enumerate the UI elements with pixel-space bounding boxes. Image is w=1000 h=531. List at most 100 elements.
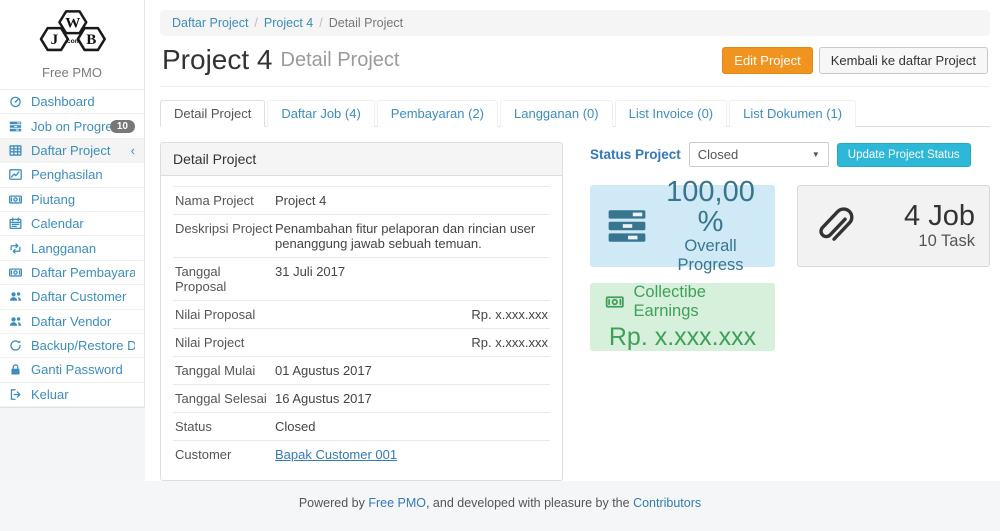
tab-list-invoice-0[interactable]: List Invoice (0) [615,100,728,127]
detail-row-deskripsi-project: Deskripsi ProjectPenambahan fitur pelapo… [173,214,550,257]
back-to-list-button[interactable]: Kembali ke daftar Project [819,47,988,74]
sidebar-item-label: Daftar Project [31,143,127,158]
logo: W J B .com Free PMO [0,8,144,80]
tab-detail-project[interactable]: Detail Project [160,100,265,127]
job-count: 4 Job [854,201,975,231]
sidebar-item-label: Daftar Customer [31,289,135,304]
edit-project-button[interactable]: Edit Project [722,47,812,74]
sidebar-item-piutang[interactable]: Piutang [0,188,144,212]
panel-title: Detail Project [161,143,562,176]
footer-link-contributors[interactable]: Contributors [633,496,701,510]
logo-com: .com [65,38,81,45]
sidebar-item-dashboard[interactable]: Dashboard [0,90,144,114]
sidebar-item-daftar-pembayaran[interactable]: Daftar Pembayaran [0,261,144,285]
header-divider [160,86,990,87]
money-icon [9,265,27,279]
collectible-earnings-box: Collectibe Earnings Rp. x.xxx.xxx [590,283,775,351]
update-status-button[interactable]: Update Project Status [837,143,971,167]
tab-langganan-0[interactable]: Langganan (0) [500,100,613,127]
tab-daftar-job-4[interactable]: Daftar Job (4) [267,100,374,127]
status-project-label: Status Project [590,147,681,162]
detail-value: Rp. x.xxx.xxx [275,335,548,350]
refresh-icon [9,339,27,353]
detail-label: Tanggal Proposal [175,264,275,294]
breadcrumb: Daftar Project / Project 4 / Detail Project [160,10,990,36]
detail-label: Tanggal Selesai [175,391,275,406]
tab-pembayaran-2[interactable]: Pembayaran (2) [377,100,498,127]
detail-label: Tanggal Mulai [175,363,275,378]
breadcrumb-item-project-4[interactable]: Project 4 [264,16,313,30]
detail-row-nilai-proposal: Nilai ProposalRp. x.xxx.xxx [173,300,550,328]
detail-row-tanggal-mulai: Tanggal Mulai01 Agustus 2017 [173,356,550,384]
progress-label: Overall Progress [660,237,761,275]
status-select[interactable]: Closed ▼ [689,142,829,167]
customer-link[interactable]: Bapak Customer 001 [275,447,397,462]
earnings-label: Collectibe Earnings [634,283,761,321]
sidebar-item-label: Job on Progress [31,119,110,134]
status-select-value: Closed [698,147,738,162]
paperclip-icon [812,203,854,249]
sidebar-item-label: Keluar [31,387,135,402]
detail-row-tanggal-selesai: Tanggal Selesai16 Agustus 2017 [173,384,550,412]
breadcrumb-separator: / [254,16,257,30]
sidebar-item-daftar-customer[interactable]: Daftar Customer [0,285,144,309]
sidebar-menu: DashboardJob on Progress10Daftar Project… [0,89,144,407]
footer-text-prefix: Powered by [299,496,368,510]
detail-value: 01 Agustus 2017 [275,363,548,378]
chevron-down-icon: ▼ [812,150,820,159]
detail-label: Nama Project [175,193,275,208]
sidebar-item-label: Dashboard [31,94,135,109]
detail-row-tanggal-proposal: Tanggal Proposal31 Juli 2017 [173,257,550,300]
detail-row-customer: CustomerBapak Customer 001 [173,440,550,468]
detail-label: Deskripsi Project [175,221,275,251]
page-subtitle: Detail Project [281,49,400,72]
line-chart-icon [9,168,27,182]
breadcrumb-item-detail-project: Detail Project [329,16,403,30]
detail-value: 16 Agustus 2017 [275,391,548,406]
tab-list-dokumen-1[interactable]: List Dokumen (1) [729,100,856,127]
job-task-box: 4 Job 10 Task [797,185,990,267]
footer-text-middle: , and developed with pleasure by the [426,496,633,510]
detail-label: Status [175,419,275,434]
detail-label: Nilai Proposal [175,307,275,322]
sidebar-item-job-on-progress[interactable]: Job on Progress10 [0,114,144,138]
sidebar-item-label: Penghasilan [31,167,135,182]
earnings-value: Rp. x.xxx.xxx [604,323,761,352]
detail-value: 31 Juli 2017 [275,264,548,294]
sidebar-item-penghasilan[interactable]: Penghasilan [0,163,144,187]
tasks-icon [604,205,650,247]
page: W J B .com Free PMO Dashboard Job on Prog… [0,0,1000,531]
sidebar-item-daftar-project[interactable]: Daftar Project‹ [0,139,144,163]
detail-label: Nilai Project [175,335,275,350]
detail-value: Bapak Customer 001 [275,447,548,462]
tasks-icon [9,119,27,133]
breadcrumb-separator: / [319,16,322,30]
detail-row-nilai-project: Nilai ProjectRp. x.xxx.xxx [173,328,550,356]
footer: Powered by Free PMO, and developed with … [0,481,1000,531]
sidebar-item-ganti-password[interactable]: Ganti Password [0,358,144,382]
page-title: Project 4 [162,44,273,76]
sidebar-item-daftar-vendor[interactable]: Daftar Vendor [0,310,144,334]
logo-letter-j: J [51,32,59,48]
sidebar-item-label: Daftar Pembayaran [31,265,135,280]
sidebar-item-label: Backup/Restore DB [31,338,135,353]
dashboard-icon [9,95,27,109]
sidebar-item-langganan[interactable]: Langganan [0,236,144,260]
main-content: Daftar Project/Project 4/Detail Project … [145,0,1000,481]
detail-label: Customer [175,447,275,462]
sidebar-item-calendar[interactable]: Calendar [0,212,144,236]
table-icon [9,143,27,157]
retweet-icon [9,241,27,255]
footer-link-freepmo[interactable]: Free PMO [368,496,426,510]
breadcrumb-item-daftar-project[interactable]: Daftar Project [172,16,248,30]
progress-value: 100,00 % [660,177,761,238]
sidebar: W J B .com Free PMO Dashboard Job on Prog… [0,0,145,408]
logo-letter-w: W [65,15,80,31]
sidebar-item-backup-restore-db[interactable]: Backup/Restore DB [0,334,144,358]
sidebar-item-label: Ganti Password [31,362,135,377]
sidebar-item-label: Langganan [31,241,135,256]
money-icon [9,192,27,206]
logo-letter-b: B [86,32,96,48]
sidebar-item-keluar[interactable]: Keluar [0,383,144,407]
detail-row-nama-project: Nama ProjectProject 4 [173,186,550,214]
